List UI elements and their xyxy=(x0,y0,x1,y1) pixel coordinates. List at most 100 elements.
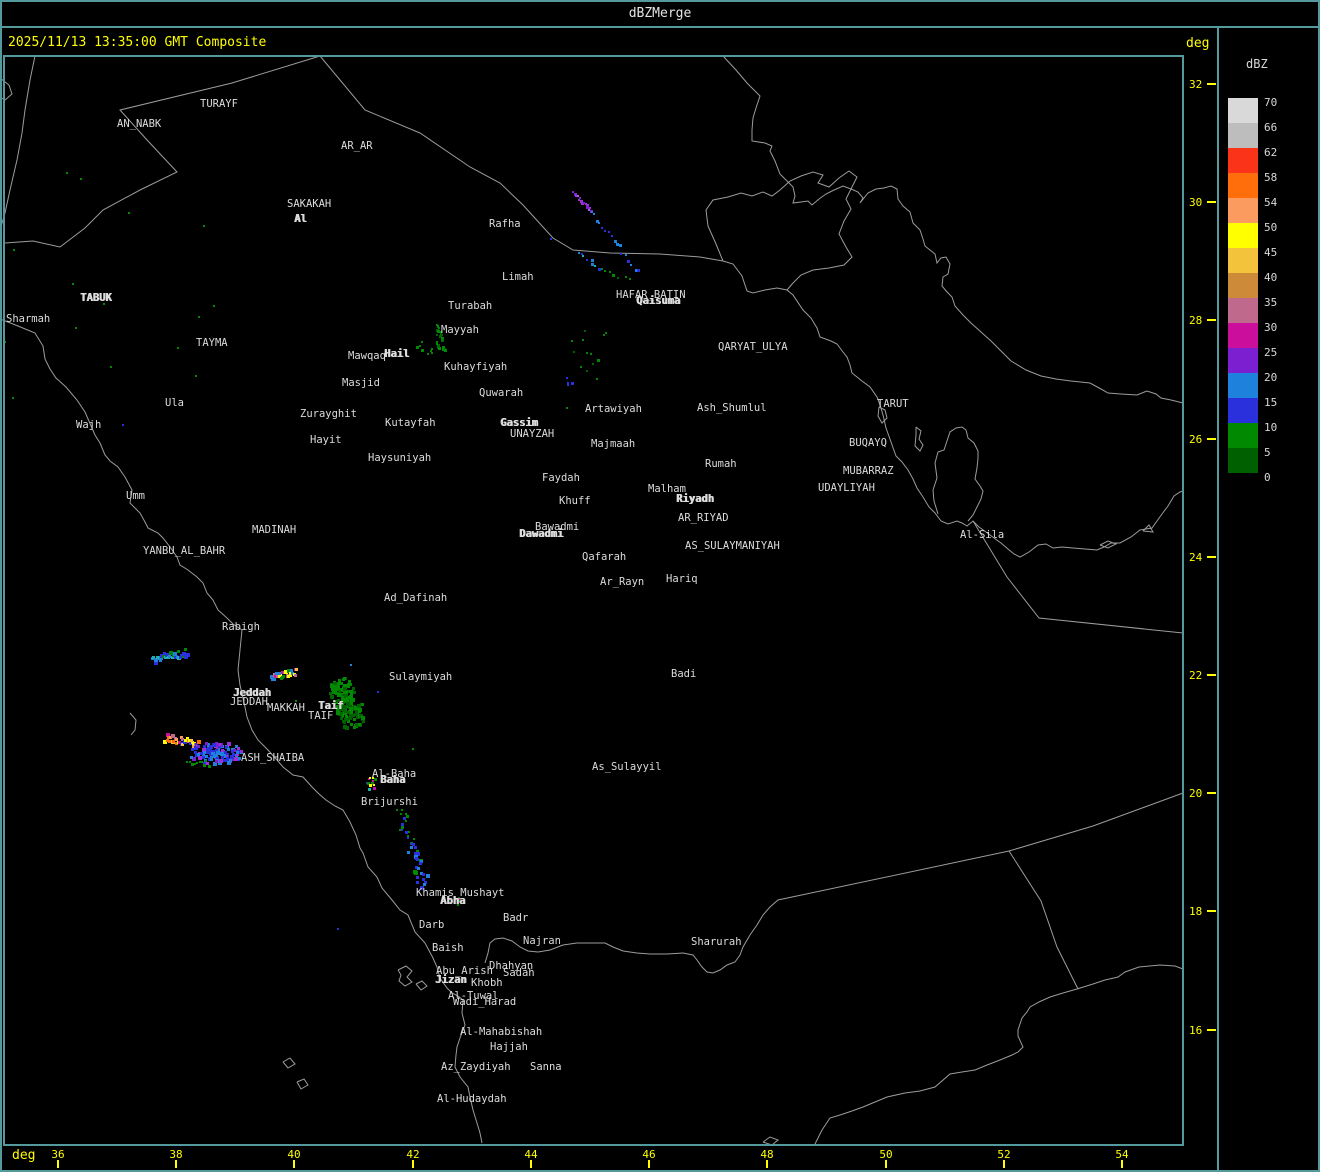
echo-hafar-green-scatter xyxy=(592,363,594,365)
city-label-masjid: Masjid xyxy=(342,378,380,388)
legend-color-block-30 xyxy=(1228,323,1258,348)
legend-value-label: 45 xyxy=(1264,246,1277,259)
city-label-mubarraz: MUBARRAZ xyxy=(843,466,894,476)
city-label-tabuk: TABUK xyxy=(80,293,112,303)
echo-asir-trail-north xyxy=(401,809,403,811)
echo-hafar-blue-dots xyxy=(571,382,574,385)
echo-dot xyxy=(337,928,339,930)
echo-hafar-green-scatter xyxy=(573,351,575,353)
echo-makkah-streak xyxy=(295,668,298,671)
city-label-baha: Baha xyxy=(380,775,405,785)
lat-tick-mark xyxy=(1207,674,1216,676)
city-label-al-sila: Al-Sila xyxy=(960,530,1004,540)
legend-separator xyxy=(1217,27,1219,1172)
echo-dot xyxy=(427,353,429,355)
city-label-turayf: TURAYF xyxy=(200,99,238,109)
echo-taif-blob-north xyxy=(332,688,336,692)
echo-shaiba-blob xyxy=(209,745,213,749)
border-sinai-tip xyxy=(0,78,12,100)
echo-asir-trail-north xyxy=(401,829,403,831)
city-label-rafha: Rafha xyxy=(489,219,521,229)
city-label-sharmah: Sharmah xyxy=(6,314,50,324)
echo-second-trail-blue xyxy=(594,265,596,267)
echo-taif-blob-south xyxy=(357,704,361,708)
lat-tick-mark xyxy=(1207,438,1216,440)
echo-dot xyxy=(12,397,14,399)
echo-taif-blob-south xyxy=(340,717,343,720)
echo-taif-blob-south xyxy=(347,711,350,714)
echo-asir-trail-south xyxy=(407,851,410,854)
echo-mayyah-scatter xyxy=(421,349,424,352)
city-label-turabah: Turabah xyxy=(448,301,492,311)
border-bahrain xyxy=(915,427,923,451)
echo-taif-blob-south xyxy=(361,716,365,720)
border-uae-islet-2 xyxy=(1143,525,1153,532)
city-label-ar_riyad: AR_RIYAD xyxy=(678,513,729,523)
city-label-ar_ar: AR_AR xyxy=(341,141,373,151)
city-label-wadi_harad: Wadi_Harad xyxy=(453,997,516,1007)
echo-asir-trail-north xyxy=(413,838,415,840)
lat-tick-mark xyxy=(1207,83,1216,85)
legend-color-block-45 xyxy=(1228,248,1258,273)
city-label-qaryat_ulya: QARYAT_ULYA xyxy=(718,342,788,352)
echo-asir-trail-south xyxy=(419,862,422,865)
echo-mayyah-cluster xyxy=(441,339,443,341)
echo-taif-blob-north xyxy=(347,683,350,686)
city-label-hail: Hail xyxy=(384,349,409,359)
echo-shaiba-green-fringe xyxy=(203,764,206,767)
echo-dot xyxy=(421,341,423,343)
city-label-zurayghit: Zurayghit xyxy=(300,409,357,419)
lon-tick-mark xyxy=(175,1160,177,1168)
border-gulf-coast xyxy=(723,261,1183,557)
window-border xyxy=(0,0,1320,1172)
city-label-madinah: MADINAH xyxy=(252,525,296,535)
legend-value-label: 66 xyxy=(1264,121,1277,134)
city-label-brijurshi: Brijurshi xyxy=(361,797,418,807)
echo-mayyah-scatter xyxy=(431,348,433,350)
city-label-darb: Darb xyxy=(419,920,444,930)
map-viewport[interactable] xyxy=(3,55,1184,1146)
echo-dot xyxy=(13,249,15,251)
city-label-udayliyah: UDAYLIYAH xyxy=(818,483,875,493)
city-label-dawadmi: Dawadmi xyxy=(519,529,563,539)
echo-hafar-green-scatter xyxy=(584,330,586,332)
echo-shaiba-bright-streak xyxy=(197,740,201,744)
echo-taif-blob-south xyxy=(351,698,355,702)
echo-jeddah-streak xyxy=(186,653,190,657)
app-title: dBZMerge xyxy=(0,6,1320,21)
echo-taif-blob-south xyxy=(346,718,349,721)
echo-baha-cluster xyxy=(372,780,374,782)
border-farasan-1 xyxy=(398,966,412,986)
lon-tick-mark xyxy=(1003,1160,1005,1168)
border-oman-border xyxy=(1009,793,1183,851)
echo-dot xyxy=(582,255,584,257)
echo-second-trail-blue xyxy=(578,252,580,254)
city-label-tayma: TAYMA xyxy=(196,338,228,348)
echo-shaiba-blob xyxy=(236,751,239,754)
echo-mayyah-scatter xyxy=(419,345,421,347)
city-label-an_nabk: AN_NABK xyxy=(117,119,161,129)
echo-second-trail-green xyxy=(612,274,615,277)
echo-mayyah-cluster xyxy=(444,349,447,352)
echo-dot xyxy=(177,347,179,349)
echo-baha-cluster xyxy=(369,777,371,779)
echo-shaiba-blob xyxy=(224,751,227,754)
timestamp-label: 2025/11/13 13:35:00 GMT Composite xyxy=(8,35,266,50)
border-redsea-islet xyxy=(130,713,136,735)
echo-dot xyxy=(203,225,205,227)
border-yemen-border xyxy=(485,851,1009,973)
echo-taif-blob-south xyxy=(343,721,346,724)
title-bar: dBZMerge xyxy=(0,0,1320,26)
echo-shaiba-blob xyxy=(215,760,218,763)
echo-mayyah-cluster xyxy=(436,334,438,336)
legend-value-label: 0 xyxy=(1264,471,1271,484)
border-aqaba-coast xyxy=(0,56,35,230)
echo-hafar-blue-dots xyxy=(567,384,569,386)
echo-hafar-green-scatter xyxy=(597,359,600,362)
echo-dot xyxy=(66,172,68,174)
echo-second-trail-green xyxy=(609,271,611,273)
echo-shaiba-blob xyxy=(197,745,200,748)
legend-value-label: 35 xyxy=(1264,296,1277,309)
echo-shaiba-green-fringe xyxy=(208,765,211,768)
echo-asir-trail-south xyxy=(416,876,419,879)
